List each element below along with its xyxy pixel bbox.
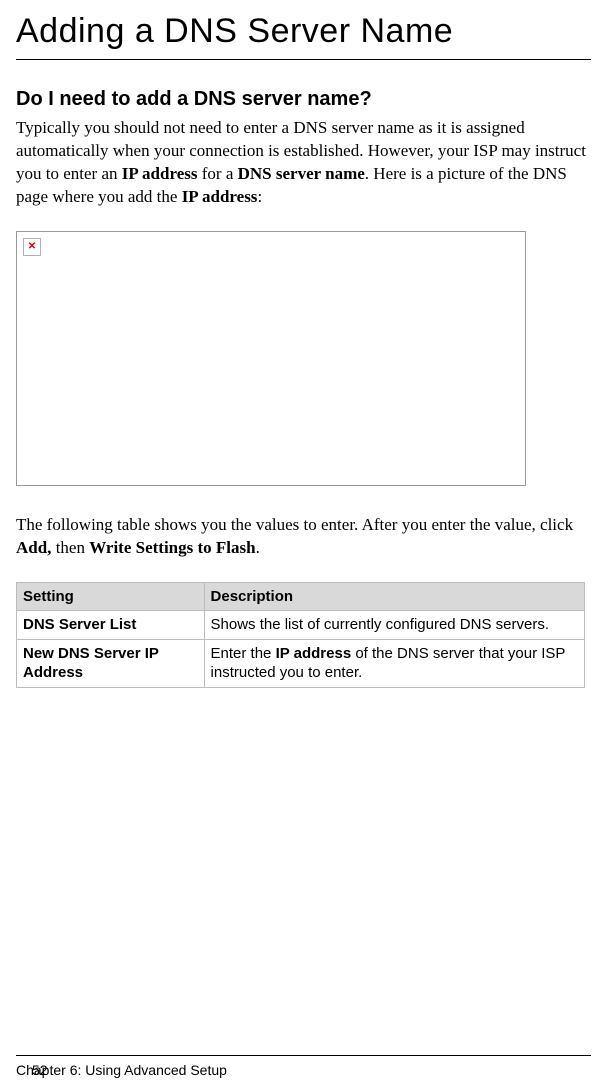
table-intro-paragraph: The following table shows you the values… <box>16 514 591 560</box>
para1-mid: for a <box>198 164 238 183</box>
para2-bold1: Add, <box>16 538 51 557</box>
settings-table: Setting Description DNS Server List Show… <box>16 582 585 688</box>
desc-bold: IP address <box>276 645 352 662</box>
broken-image-icon: ✕ <box>23 238 41 256</box>
desc-pre: Enter the <box>211 645 276 662</box>
para1-bold3: IP address <box>182 187 258 206</box>
broken-image-x-icon: ✕ <box>28 242 36 252</box>
page-footer: 52 Chapter 6: Using Advanced Setup <box>0 1055 607 1078</box>
setting-cell: New DNS Server IP Address <box>17 639 205 687</box>
para2-mid: then <box>51 538 89 557</box>
table-row: DNS Server List Shows the list of curren… <box>17 611 585 640</box>
page-number: 52 <box>32 1062 48 1078</box>
para2-end: . <box>256 538 260 557</box>
para1-bold2: DNS server name <box>238 164 365 183</box>
table-header-setting: Setting <box>17 582 205 611</box>
table-header-description: Description <box>204 582 585 611</box>
para1-bold1: IP address <box>122 164 198 183</box>
table-row: New DNS Server IP Address Enter the IP a… <box>17 639 585 687</box>
screenshot-placeholder: ✕ <box>16 231 526 486</box>
description-cell: Shows the list of currently configured D… <box>204 611 585 640</box>
description-cell: Enter the IP address of the DNS server t… <box>204 639 585 687</box>
table-header-row: Setting Description <box>17 582 585 611</box>
desc-pre: Shows the list of currently configured D… <box>211 616 549 633</box>
para2-pre: The following table shows you the values… <box>16 515 573 534</box>
section-heading: Do I need to add a DNS server name? <box>16 88 591 111</box>
setting-cell: DNS Server List <box>17 611 205 640</box>
para1-end: : <box>257 187 262 206</box>
page-title: Adding a DNS Server Name <box>16 12 591 60</box>
intro-paragraph: Typically you should not need to enter a… <box>16 117 591 209</box>
para2-bold2: Write Settings to Flash <box>89 538 255 557</box>
